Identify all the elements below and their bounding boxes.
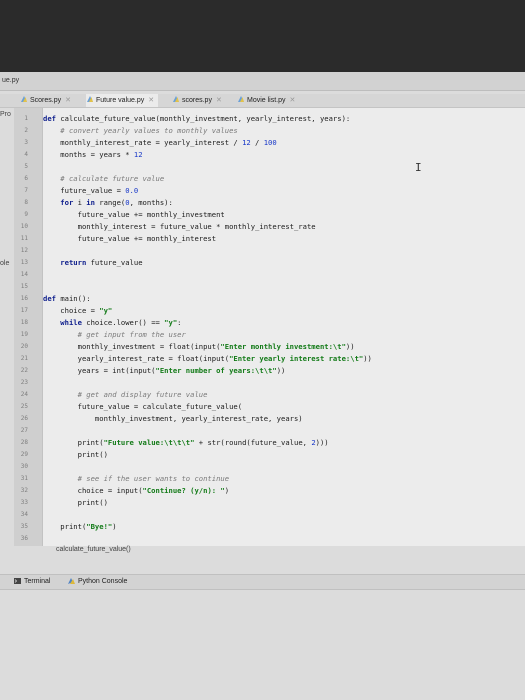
code-line-32: choice = input("Continue? (y/n): ")	[43, 486, 230, 495]
line-number: 8	[24, 199, 28, 206]
text-cursor-icon: I	[415, 161, 422, 174]
tab-label: Scores.py	[30, 97, 62, 104]
line-number: 4	[24, 151, 28, 158]
line-number: 14	[20, 271, 28, 278]
terminal-tab-label: Terminal	[24, 578, 51, 585]
code-line-3: monthly_interest_rate = yearly_interest …	[43, 138, 277, 147]
code-line-9: future_value += monthly_investment	[43, 210, 225, 219]
code-editor[interactable]: def calculate_future_value(monthly_inves…	[43, 108, 525, 546]
code-line-16: def main():	[43, 294, 91, 303]
line-number: 36	[20, 535, 28, 542]
ide-window: ue.py Scores.py ✕ Future value.py ✕ scores…	[0, 72, 525, 700]
line-number: 20	[20, 343, 28, 350]
code-line-11: future_value += monthly_interest	[43, 234, 217, 243]
code-line-18: while choice.lower() == "y":	[43, 318, 182, 327]
line-number: 33	[20, 499, 28, 506]
line-number: 21	[20, 355, 28, 362]
line-number: 13	[20, 259, 28, 266]
line-number: 22	[20, 367, 28, 374]
code-line-31: # see if the user wants to continue	[43, 474, 230, 483]
breadcrumb[interactable]: calculate_future_value()	[56, 546, 131, 553]
line-number: 35	[20, 523, 28, 530]
python-console-icon	[68, 578, 75, 584]
window-title: ue.py	[2, 77, 20, 84]
code-line-28: print("Future value:\t\t\t" + str(round(…	[43, 438, 329, 447]
line-number: 15	[20, 283, 28, 290]
line-number: 10	[20, 223, 28, 230]
line-number: 25	[20, 403, 28, 410]
code-line-13: return future_value	[43, 258, 143, 267]
line-number: 34	[20, 511, 28, 518]
close-icon[interactable]: ✕	[216, 97, 222, 104]
bottom-tool-bar: Terminal Python Console	[0, 574, 525, 590]
code-line-7: future_value = 0.0	[43, 186, 139, 195]
line-number: 31	[20, 475, 28, 482]
project-panel-label[interactable]: Pro	[0, 111, 11, 118]
line-number: 18	[20, 319, 28, 326]
line-number: 12	[20, 247, 28, 254]
line-number: 7	[24, 187, 28, 194]
code-line-6: # calculate future value	[43, 174, 165, 183]
code-line-29: print()	[43, 450, 108, 459]
code-line-25: future_value = calculate_future_value(	[43, 402, 243, 411]
editor-tab-bar: Scores.py ✕ Future value.py ✕ scores.py ✕ M…	[0, 94, 525, 108]
code-line-26: monthly_investment, yearly_interest_rate…	[43, 414, 303, 423]
tab-label: Movie list.py	[247, 97, 286, 104]
line-number: 27	[20, 427, 28, 434]
code-line-17: choice = "y"	[43, 306, 113, 315]
close-icon[interactable]: ✕	[148, 97, 154, 104]
tab-scores-lower[interactable]: scores.py ✕	[172, 94, 222, 107]
tab-future-value[interactable]: Future value.py ✕	[86, 94, 159, 107]
python-file-icon	[238, 96, 244, 102]
line-number: 11	[20, 235, 28, 242]
line-number: 5	[24, 163, 28, 170]
tab-label: scores.py	[182, 97, 212, 104]
code-line-19: # get input from the user	[43, 330, 186, 339]
line-number: 30	[20, 463, 28, 470]
line-number: 16	[20, 295, 28, 302]
close-icon[interactable]: ✕	[65, 97, 71, 104]
code-line-2: # convert yearly values to monthly value…	[43, 126, 238, 135]
line-number: 3	[24, 139, 28, 146]
python-file-icon	[87, 96, 93, 102]
close-icon[interactable]: ✕	[290, 97, 296, 104]
code-line-8: for i in range(0, months):	[43, 198, 173, 207]
console-panel-label[interactable]: ole	[0, 260, 9, 267]
line-number: 28	[20, 439, 28, 446]
tab-movie-list[interactable]: Movie list.py ✕	[237, 94, 295, 107]
line-number: 29	[20, 451, 28, 458]
code-line-21: yearly_interest_rate = float(input("Ente…	[43, 354, 372, 363]
line-number: 26	[20, 415, 28, 422]
code-line-1: def calculate_future_value(monthly_inves…	[43, 114, 351, 123]
line-number: 19	[20, 331, 28, 338]
terminal-icon	[14, 578, 21, 584]
tab-label: Future value.py	[96, 97, 145, 104]
code-line-24: # get and display future value	[43, 390, 208, 399]
line-number: 32	[20, 487, 28, 494]
line-number: 1	[24, 115, 28, 122]
code-line-35: print("Bye!")	[43, 522, 117, 531]
line-number: 2	[24, 127, 28, 134]
python-console-tab[interactable]: Python Console	[68, 575, 127, 589]
line-number: 9	[24, 211, 28, 218]
line-number: 17	[20, 307, 28, 314]
line-number: 23	[20, 379, 28, 386]
code-line-10: monthly_interest = future_value * monthl…	[43, 222, 316, 231]
terminal-tab[interactable]: Terminal	[14, 575, 50, 589]
title-bar: ue.py	[0, 72, 525, 91]
code-line-4: months = years * 12	[43, 150, 143, 159]
code-line-22: years = int(input("Enter number of years…	[43, 366, 286, 375]
python-console-tab-label: Python Console	[78, 578, 128, 585]
python-file-icon	[173, 96, 179, 102]
python-file-icon	[21, 96, 27, 102]
code-line-33: print()	[43, 498, 108, 507]
line-number: 6	[24, 175, 28, 182]
line-number: 24	[20, 391, 28, 398]
tab-scores[interactable]: Scores.py ✕	[20, 94, 71, 107]
line-number-gutter: 1 2 3 4 5 6 7 8 9 10 11 12 13 14 15 16 17 18 19 20 21 22 23 24 2…	[14, 108, 43, 546]
code-line-20: monthly_investment = float(input("Enter …	[43, 342, 355, 351]
